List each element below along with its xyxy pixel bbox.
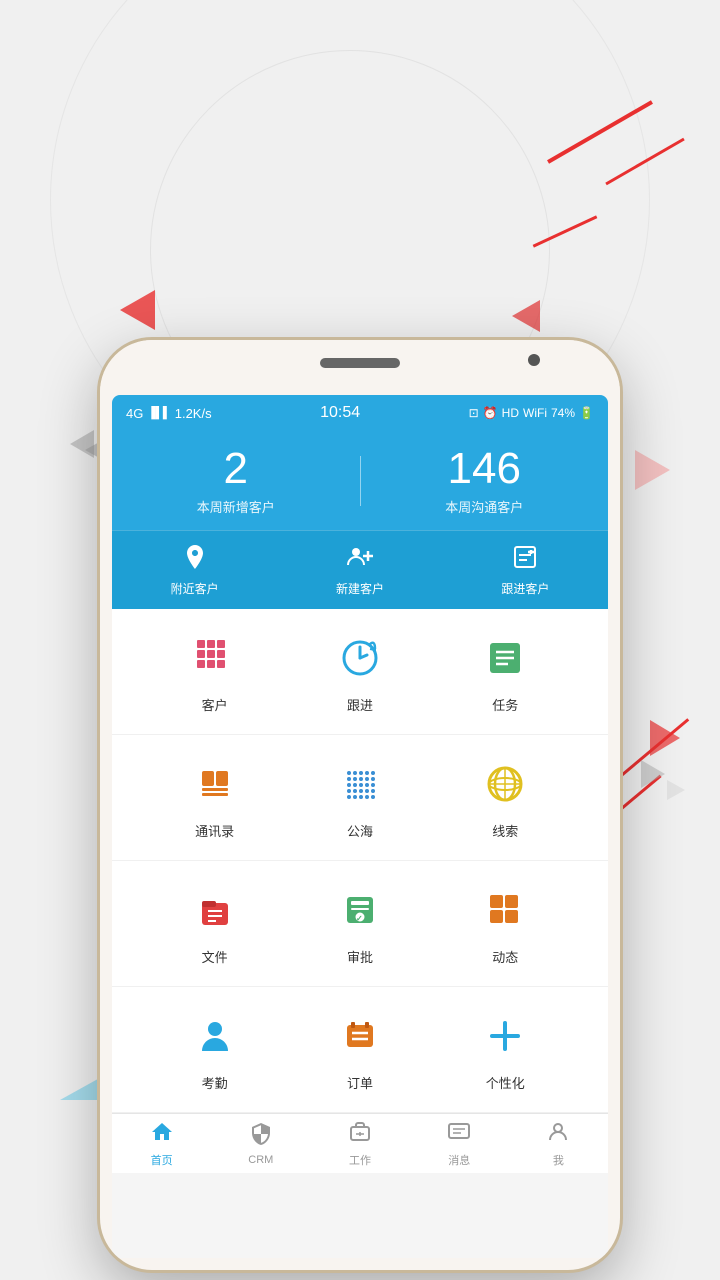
phone-speaker xyxy=(320,358,400,368)
app-custom[interactable]: 个性化 xyxy=(465,1007,545,1092)
nav-crm[interactable]: CRM xyxy=(211,1122,310,1166)
nav-home-label: 首页 xyxy=(151,1152,173,1168)
status-time: 10:54 xyxy=(320,404,360,422)
battery-pct: 74% xyxy=(551,406,575,420)
nav-work-label: 工作 xyxy=(349,1152,371,1168)
phone-screen: 4G ▐▌▌ 1.2K/s 10:54 ⊡ ⏰ HD WiFi 74% 🔋 2 … xyxy=(112,395,608,1258)
phone-frame: 4G ▐▌▌ 1.2K/s 10:54 ⊡ ⏰ HD WiFi 74% 🔋 2 … xyxy=(100,340,620,1270)
app-contacts[interactable]: 通讯录 xyxy=(175,755,255,840)
approve-icon: ✓ xyxy=(331,881,389,939)
dynamic-icon xyxy=(476,881,534,939)
new-customer-label: 新建客户 xyxy=(336,580,384,597)
task-icon xyxy=(476,629,534,687)
crm-icon xyxy=(249,1122,273,1152)
status-right: ⊡ ⏰ HD WiFi 74% 🔋 xyxy=(469,406,594,420)
customer-label: 客户 xyxy=(202,695,228,714)
sim-icon: ⊡ xyxy=(469,406,479,420)
app-grid: 客户 跟进 xyxy=(112,609,608,1113)
network-type: 4G xyxy=(126,406,143,421)
app-customer[interactable]: 客户 xyxy=(175,629,255,714)
stat-contacted-number: 146 xyxy=(361,445,609,493)
alarm-icon: ⏰ xyxy=(483,406,498,420)
new-customer-icon xyxy=(346,543,374,575)
follow-icon xyxy=(511,543,539,575)
app-row-2: 通讯录 xyxy=(112,735,608,861)
app-files[interactable]: 文件 xyxy=(175,881,255,966)
contacts-icon xyxy=(186,755,244,813)
attendance-label: 考勤 xyxy=(202,1073,228,1092)
nav-work[interactable]: 工作 xyxy=(310,1120,409,1168)
dynamic-label: 动态 xyxy=(492,947,518,966)
order-icon xyxy=(331,1007,389,1065)
app-followup[interactable]: 跟进 xyxy=(320,629,400,714)
customer-icon xyxy=(186,629,244,687)
followup-icon xyxy=(331,629,389,687)
files-icon xyxy=(186,881,244,939)
nav-message[interactable]: 消息 xyxy=(410,1120,509,1168)
phone-notch xyxy=(100,340,620,395)
app-order[interactable]: 订单 xyxy=(320,1007,400,1092)
files-label: 文件 xyxy=(202,947,228,966)
approve-label: 审批 xyxy=(347,947,373,966)
task-label: 任务 xyxy=(492,695,518,714)
app-leads[interactable]: 线索 xyxy=(465,755,545,840)
quick-action-nearby[interactable]: 附近客户 xyxy=(171,543,219,597)
attendance-icon xyxy=(186,1007,244,1065)
nav-me[interactable]: 我 xyxy=(509,1120,608,1168)
followup-label: 跟进 xyxy=(347,695,373,714)
stats-row: 2 本周新增客户 146 本周沟通客户 xyxy=(112,445,608,530)
phone-camera xyxy=(528,354,540,366)
hd-label: HD xyxy=(502,406,519,420)
battery-icon: 🔋 xyxy=(579,406,594,420)
stat-new-number: 2 xyxy=(112,445,360,493)
header-stats: 2 本周新增客户 146 本周沟通客户 附近客户 xyxy=(112,431,608,609)
app-row-1: 客户 跟进 xyxy=(112,609,608,735)
stat-new-label: 本周新增客户 xyxy=(112,497,360,516)
order-label: 订单 xyxy=(347,1073,373,1092)
network-speed: 1.2K/s xyxy=(175,406,212,421)
me-icon xyxy=(546,1120,570,1150)
wifi-icon: WiFi xyxy=(523,406,547,420)
app-task[interactable]: 任务 xyxy=(465,629,545,714)
message-icon xyxy=(447,1120,471,1150)
quick-action-new[interactable]: 新建客户 xyxy=(336,543,384,597)
bottom-nav: 首页 CRM 工作 xyxy=(112,1113,608,1173)
nav-crm-label: CRM xyxy=(248,1154,273,1166)
stat-contacted-label: 本周沟通客户 xyxy=(361,497,609,516)
app-attendance[interactable]: 考勤 xyxy=(175,1007,255,1092)
home-icon xyxy=(150,1120,174,1150)
public-label: 公海 xyxy=(347,821,373,840)
svg-text:✓: ✓ xyxy=(356,914,363,923)
nav-message-label: 消息 xyxy=(448,1152,470,1168)
stat-contacted-customers: 146 本周沟通客户 xyxy=(361,445,609,516)
signal-bars: ▐▌▌ xyxy=(147,407,170,419)
nearby-label: 附近客户 xyxy=(171,580,219,597)
nav-me-label: 我 xyxy=(553,1152,564,1168)
leads-label: 线索 xyxy=(492,821,518,840)
app-dynamic[interactable]: 动态 xyxy=(465,881,545,966)
leads-icon xyxy=(476,755,534,813)
custom-label: 个性化 xyxy=(486,1073,525,1092)
status-bar: 4G ▐▌▌ 1.2K/s 10:54 ⊡ ⏰ HD WiFi 74% 🔋 xyxy=(112,395,608,431)
follow-label: 跟进客户 xyxy=(501,580,549,597)
app-row-4: 考勤 订单 xyxy=(112,987,608,1113)
app-public[interactable]: 公海 xyxy=(320,755,400,840)
app-row-3: 文件 ✓ 审批 xyxy=(112,861,608,987)
work-icon xyxy=(348,1120,372,1150)
nav-home[interactable]: 首页 xyxy=(112,1120,211,1168)
nearby-icon xyxy=(181,543,209,575)
contacts-label: 通讯录 xyxy=(195,821,234,840)
stat-new-customers: 2 本周新增客户 xyxy=(112,445,360,516)
app-approve[interactable]: ✓ 审批 xyxy=(320,881,400,966)
quick-action-follow[interactable]: 跟进客户 xyxy=(501,543,549,597)
public-icon xyxy=(331,755,389,813)
quick-actions-bar: 附近客户 新建客户 xyxy=(112,530,608,609)
status-left: 4G ▐▌▌ 1.2K/s xyxy=(126,406,212,421)
custom-icon xyxy=(476,1007,534,1065)
